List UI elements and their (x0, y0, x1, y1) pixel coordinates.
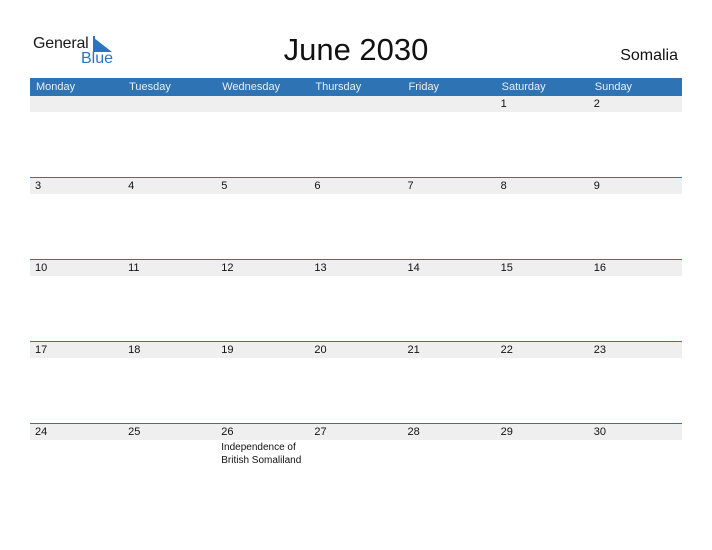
day-cell (123, 96, 216, 112)
day-number: 16 (593, 262, 606, 274)
day-cell: 30 (589, 424, 682, 440)
day-number: 15 (500, 262, 513, 274)
date-strip: 12 (30, 96, 682, 112)
weekday-thursday: Thursday (315, 81, 362, 93)
day-cell: 27 (309, 424, 402, 440)
week-row: 10 11 12 13 14 15 16 (30, 259, 682, 341)
day-number: 17 (35, 344, 48, 356)
day-number: 27 (314, 426, 327, 438)
week-row: 3 4 5 6 7 8 9 (30, 177, 682, 259)
day-cell (403, 96, 496, 112)
day-number: 18 (128, 344, 141, 356)
day-number: 19 (221, 344, 234, 356)
day-number: 22 (500, 344, 513, 356)
day-cell: 21 (403, 342, 496, 358)
day-cell: 3 (30, 178, 123, 194)
day-number: 26 (221, 426, 234, 438)
day-cell: 25 (123, 424, 216, 440)
day-number: 28 (407, 426, 420, 438)
day-cell (30, 96, 123, 112)
day-number: 4 (128, 180, 135, 192)
weekday-wednesday: Wednesday (222, 81, 281, 93)
day-cell: 28 (403, 424, 496, 440)
day-cell: 4 (123, 178, 216, 194)
day-cell: 22 (496, 342, 589, 358)
day-cell: 1 (496, 96, 589, 112)
day-cell (309, 96, 402, 112)
day-number: 3 (35, 180, 42, 192)
day-cell: 14 (403, 260, 496, 276)
week-row: 12 (30, 96, 682, 177)
day-number: 13 (314, 262, 327, 274)
day-number: 20 (314, 344, 327, 356)
day-cell: 9 (589, 178, 682, 194)
day-cell: 23 (589, 342, 682, 358)
day-cell: 6 (309, 178, 402, 194)
date-strip: 10 11 12 13 14 15 16 (30, 260, 682, 276)
weekday-saturday: Saturday (501, 81, 546, 93)
day-cell: 15 (496, 260, 589, 276)
day-cell: 18 (123, 342, 216, 358)
weekday-monday: Monday (36, 81, 76, 93)
page-title: June 2030 (283, 32, 429, 67)
day-cell: 12 (216, 260, 309, 276)
day-number: 30 (593, 426, 606, 438)
day-cell: 26 Independence of British Somaliland (216, 424, 309, 466)
date-strip: 3 4 5 6 7 8 9 (30, 178, 682, 194)
weekday-sunday: Sunday (594, 81, 633, 93)
day-cell: 8 (496, 178, 589, 194)
day-cell: 19 (216, 342, 309, 358)
day-number: 29 (500, 426, 513, 438)
day-number: 12 (221, 262, 234, 274)
weeks: 1 2 3 4 5 6 7 8 9 10 11 12 13 14 15 16 17 18 19 20 21 22 23 24 2… (30, 96, 682, 505)
calendar-grid: Monday Tuesday Wednesday Thursday Friday Satu… (30, 78, 682, 505)
week-row: 24 25 26 Independence of British Somaliland… (30, 423, 682, 505)
day-cell: 24 (30, 424, 123, 440)
day-number: 7 (407, 180, 414, 192)
weekday-friday: Friday (408, 81, 440, 93)
day-cell: 2 (589, 96, 682, 112)
day-cell: 29 (496, 424, 589, 440)
day-cell: 5 (216, 178, 309, 194)
day-cell: 10 (30, 260, 123, 276)
day-cell: 7 (403, 178, 496, 194)
day-number: 6 (314, 180, 321, 192)
day-cell: 16 (589, 260, 682, 276)
day-number: 5 (221, 180, 228, 192)
day-number: 14 (407, 262, 420, 274)
day-number: 2 (593, 98, 600, 110)
day-number: 25 (128, 426, 141, 438)
day-number: 11 (128, 262, 140, 274)
date-strip: 17 18 19 20 21 22 23 (30, 342, 682, 358)
holiday-event: Independence of British Somaliland (221, 442, 302, 466)
day-number: 24 (35, 426, 48, 438)
weekday-tuesday: Tuesday (129, 81, 171, 93)
date-strip: 24 25 26 Independence of British Somaliland… (30, 424, 682, 466)
day-number: 23 (593, 344, 606, 356)
country-label: Somalia (620, 47, 678, 64)
day-number: 1 (500, 98, 507, 110)
day-number: 10 (35, 262, 48, 274)
day-cell: 17 (30, 342, 123, 358)
day-number: 21 (407, 344, 420, 356)
day-cell: 20 (309, 342, 402, 358)
day-cell: 11 (123, 260, 216, 276)
day-cell: 13 (309, 260, 402, 276)
week-row: 17 18 19 20 21 22 23 (30, 341, 682, 423)
day-number: 9 (593, 180, 600, 192)
day-cell (216, 96, 309, 112)
day-number: 8 (500, 180, 507, 192)
weekday-header: Monday Tuesday Wednesday Thursday Friday Satu… (30, 78, 682, 96)
